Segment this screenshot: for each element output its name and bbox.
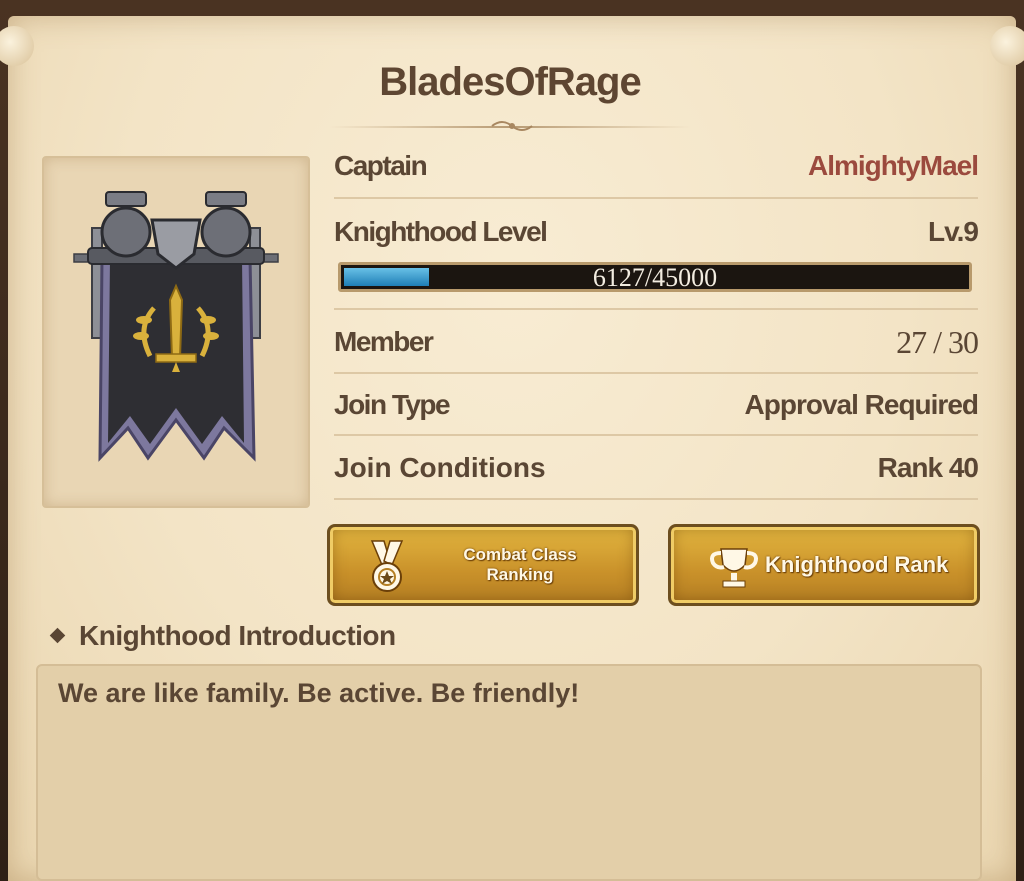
combat-class-ranking-button[interactable]: Combat Class Ranking [327,524,639,606]
captain-name[interactable]: AlmightyMael [808,150,979,182]
bullet-diamond-icon [49,627,66,644]
join-conditions-value: Rank 40 [877,452,979,483]
join-type-row: Join Type Approval Required [334,389,979,429]
combat-class-label-line2: Ranking [486,565,554,584]
divider [334,308,978,310]
scroll-curl-left [0,26,34,66]
intro-heading-text: Knighthood Introduction [79,620,396,651]
divider [334,434,978,436]
knighthood-introduction-heading: Knighthood Introduction [49,620,396,652]
join-type-label: Join Type [334,389,451,420]
member-count: 27 / 30 [896,324,979,360]
captain-row: Captain AlmightyMael [334,150,979,190]
join-conditions-row: Join Conditions Rank 40 [334,452,979,492]
member-label: Member [334,326,434,357]
medal-icon [370,540,404,592]
member-row: Member 27 / 30 [334,324,979,366]
scroll-curl-right [990,26,1024,66]
knighthood-level-row: Knighthood Level Lv.9 [334,216,979,256]
divider [334,372,978,374]
knighthood-rank-label: Knighthood Rank [765,552,949,577]
knighthood-rank-button[interactable]: Knighthood Rank [668,524,980,606]
banner-emblem-icon [73,191,279,462]
knighthood-emblem [42,156,310,508]
trophy-icon [710,548,758,588]
knighthood-introduction-box: We are like family. Be active. Be friend… [36,664,982,881]
knighthood-xp-bar: 6127/45000 [338,262,972,292]
join-conditions-label: Join Conditions [334,452,546,483]
knighthood-level-value: Lv.9 [928,216,979,247]
knighthood-level-label: Knighthood Level [334,216,548,247]
captain-label: Captain [334,150,428,181]
knighthood-introduction-text: We are like family. Be active. Be friend… [58,678,580,708]
divider [334,197,978,199]
combat-class-label-line1: Combat Class [463,545,577,564]
xp-text: 6127/45000 [592,263,718,292]
join-type-value: Approval Required [744,389,979,420]
divider [334,498,978,500]
knighthood-name: BladesOfRage [379,60,641,104]
ornament-icon [491,121,533,131]
